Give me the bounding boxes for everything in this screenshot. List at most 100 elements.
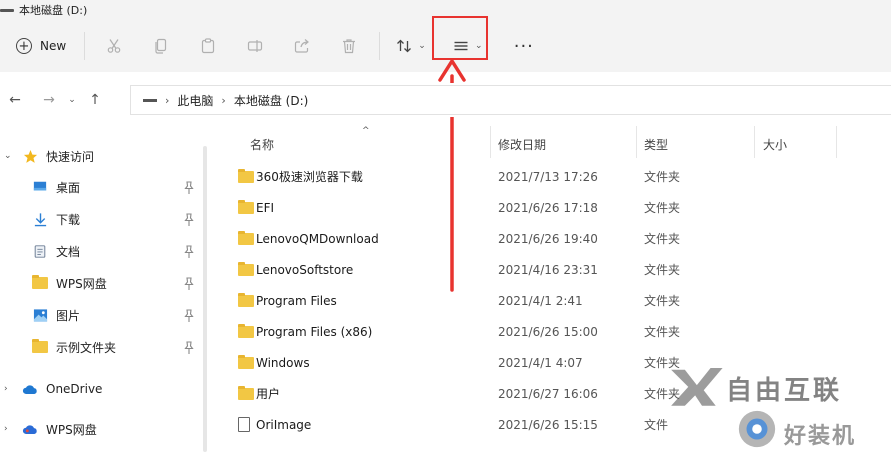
chevron-right-icon: › <box>221 93 226 107</box>
table-row[interactable]: Program Files (x86) 2021/6/26 15:00 文件夹 <box>216 316 891 347</box>
sidebar-item-sample-folder[interactable]: 示例文件夹 <box>32 336 116 358</box>
sidebar-item-onedrive[interactable]: › OneDrive <box>4 378 102 400</box>
table-row[interactable]: Program Files 2021/4/1 2:41 文件夹 <box>216 285 891 316</box>
drive-icon <box>0 8 14 12</box>
cut-icon <box>107 39 121 53</box>
cloud-icon <box>22 421 38 437</box>
file-type: 文件夹 <box>644 170 681 184</box>
paste-icon <box>202 38 215 54</box>
new-label: New <box>40 39 67 53</box>
file-name: OriImage <box>256 417 312 432</box>
sidebar-item-quick-access[interactable]: ⌄ 快速访问 <box>4 145 94 167</box>
folder-icon <box>238 169 254 183</box>
pin-icon <box>184 277 194 290</box>
paste-button[interactable] <box>191 31 225 61</box>
recent-locations-button[interactable]: ⌄ <box>62 87 82 113</box>
copy-button[interactable] <box>144 31 178 61</box>
file-date: 2021/6/26 15:15 <box>498 417 598 432</box>
sidebar-item-wps[interactable]: › WPS网盘 <box>4 418 97 440</box>
file-date: 2021/6/26 19:40 <box>498 231 598 246</box>
column-divider[interactable] <box>836 126 837 158</box>
table-row[interactable]: EFI 2021/6/26 17:18 文件夹 <box>216 192 891 223</box>
window-title: 本地磁盘 (D:) <box>19 4 88 17</box>
arrow-right-icon: → <box>43 92 55 108</box>
folder-icon <box>238 355 254 369</box>
column-divider[interactable] <box>636 126 637 158</box>
sidebar-item-label: 桌面 <box>56 180 81 195</box>
document-icon <box>32 243 48 259</box>
sidebar-scrollbar[interactable] <box>203 146 207 452</box>
column-header-date[interactable]: 修改日期 <box>498 130 546 158</box>
sidebar-item-documents[interactable]: 文档 <box>32 240 80 262</box>
table-row[interactable]: OriImage 2021/6/26 15:15 文件 <box>216 409 891 440</box>
sort-icon <box>397 39 412 53</box>
sidebar-item-label: 图片 <box>56 308 81 323</box>
file-date: 2021/4/1 4:07 <box>498 355 583 370</box>
breadcrumb-this-pc[interactable]: 此电脑 <box>177 92 213 109</box>
forward-button[interactable]: → <box>36 87 62 113</box>
file-type: 文件夹 <box>644 387 681 401</box>
folder-icon <box>238 262 254 276</box>
sidebar-item-downloads[interactable]: 下载 <box>32 208 80 230</box>
sidebar-item-desktop[interactable]: 桌面 <box>32 176 80 198</box>
table-row[interactable]: Windows 2021/4/1 4:07 文件夹 <box>216 347 891 378</box>
picture-icon <box>32 307 48 323</box>
column-header-name[interactable]: 名称 <box>250 130 274 158</box>
column-header-size[interactable]: 大小 <box>763 130 787 158</box>
sidebar-item-wps-drive[interactable]: WPS网盘 <box>32 272 107 294</box>
table-row[interactable]: LenovoQMDownload 2021/6/26 19:40 文件夹 <box>216 223 891 254</box>
more-icon: ··· <box>513 35 534 57</box>
cloud-icon <box>22 381 38 397</box>
pin-icon <box>184 181 194 194</box>
share-button[interactable] <box>285 31 319 61</box>
column-header-type[interactable]: 类型 <box>644 130 668 158</box>
address-bar[interactable]: › 此电脑 › 本地磁盘 (D:) <box>130 85 891 115</box>
chevron-right-icon: › <box>4 384 8 394</box>
sidebar-item-pictures[interactable]: 图片 <box>32 304 80 326</box>
file-date: 2021/6/27 16:06 <box>498 386 598 401</box>
file-type: 文件夹 <box>644 201 681 215</box>
column-divider[interactable] <box>754 126 755 158</box>
more-button[interactable]: ··· <box>514 36 534 57</box>
table-row[interactable]: 用户 2021/6/27 16:06 文件夹 <box>216 378 891 409</box>
sort-button[interactable]: ⌄ <box>392 31 430 61</box>
file-name: Windows <box>256 355 310 370</box>
file-type: 文件夹 <box>644 356 681 370</box>
chevron-right-icon: › <box>165 93 170 107</box>
file-type: 文件 <box>644 418 669 432</box>
folder-icon <box>238 293 254 307</box>
star-icon <box>22 148 38 164</box>
file-name: Program Files <box>256 293 337 308</box>
chevron-down-icon: ⌄ <box>4 151 12 161</box>
chevron-right-icon: › <box>4 424 8 434</box>
file-type: 文件夹 <box>644 263 681 277</box>
copy-icon <box>155 38 167 54</box>
file-name: LenovoSoftstore <box>256 262 354 277</box>
up-button[interactable]: ↑ <box>82 87 108 113</box>
back-button[interactable]: ← <box>2 87 28 113</box>
navigation-bar: ← → ⌄ ↑ › 此电脑 › 本地磁盘 (D:) <box>0 83 891 117</box>
delete-icon <box>343 39 356 54</box>
column-divider[interactable] <box>490 126 491 158</box>
file-name: EFI <box>256 200 275 215</box>
delete-button[interactable] <box>332 31 366 61</box>
new-button[interactable]: + New <box>14 32 72 60</box>
rename-icon <box>248 40 263 52</box>
folder-icon <box>32 339 48 355</box>
file-icon <box>238 417 250 432</box>
sidebar-item-label: OneDrive <box>46 382 103 396</box>
table-row[interactable]: 360极速浏览器下载 2021/7/13 17:26 文件夹 <box>216 161 891 192</box>
table-row[interactable]: LenovoSoftstore 2021/4/16 23:31 文件夹 <box>216 254 891 285</box>
toolbar-divider <box>379 32 381 60</box>
file-date: 2021/7/13 17:26 <box>498 169 598 184</box>
breadcrumb-local-disk[interactable]: 本地磁盘 (D:) <box>234 92 308 109</box>
folder-icon <box>32 275 48 291</box>
rename-button[interactable] <box>238 31 272 61</box>
sidebar-item-label: 下载 <box>56 212 81 227</box>
arrow-left-icon: ← <box>9 92 21 108</box>
cut-button[interactable] <box>97 31 131 61</box>
file-type: 文件夹 <box>644 294 681 308</box>
file-name: 用户 <box>256 387 281 401</box>
folder-icon <box>238 231 254 245</box>
file-date: 2021/6/26 17:18 <box>498 200 598 215</box>
